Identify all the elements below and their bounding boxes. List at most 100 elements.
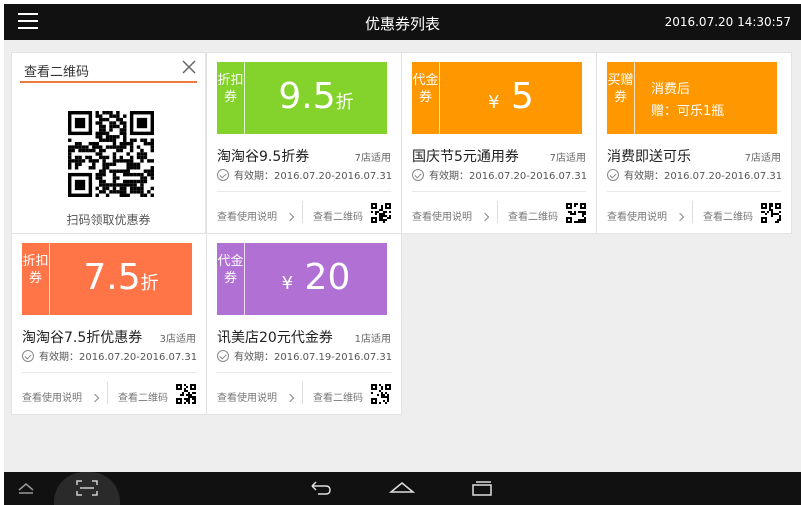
chevron-right-icon bbox=[90, 393, 100, 403]
coupon-validity: 有效期：2016.07.20-2016.07.31 bbox=[217, 167, 392, 182]
usage-link-label: 查看使用说明 bbox=[412, 212, 472, 223]
usage-link-label: 查看使用说明 bbox=[607, 212, 667, 223]
divider bbox=[302, 201, 303, 223]
usage-link-label: 查看使用说明 bbox=[217, 212, 277, 223]
qr-code-icon[interactable] bbox=[371, 203, 391, 223]
back-icon[interactable] bbox=[308, 480, 334, 496]
qr-link[interactable]: 查看二维码 bbox=[118, 389, 168, 404]
coupon-stores: 3店适用 bbox=[159, 334, 196, 345]
divider bbox=[107, 382, 108, 404]
coupon-value-number: 9.5 bbox=[278, 76, 336, 117]
chevron-right-icon bbox=[285, 212, 295, 222]
qr-panel-header: 查看二维码 bbox=[20, 57, 197, 83]
coupon-validity-text: 有效期：2016.07.20-2016.07.31 bbox=[234, 171, 393, 182]
coupon-gift-line1: 消费后 bbox=[651, 82, 691, 97]
coupon-name: 讯美店20元代金券 bbox=[217, 330, 333, 346]
coupon-stores: 1店适用 bbox=[354, 334, 391, 345]
usage-link[interactable]: 查看使用说明 bbox=[607, 208, 685, 223]
qr-link[interactable]: 查看二维码 bbox=[313, 389, 363, 404]
coupon-banner: 折扣券 7.5折 bbox=[22, 243, 192, 315]
coupon-value: ¥ 20 bbox=[245, 256, 387, 306]
qr-code-icon[interactable] bbox=[566, 203, 586, 223]
coupon-name: 国庆节5元通用券 bbox=[412, 149, 519, 165]
coupon-type-label: 买赠券 bbox=[607, 62, 635, 134]
coupon-stores: 7店适用 bbox=[354, 153, 391, 164]
coupon-name: 淘淘谷7.5折优惠券 bbox=[22, 330, 143, 346]
divider bbox=[22, 372, 196, 373]
coupon-stores: 7店适用 bbox=[549, 153, 586, 164]
usage-link[interactable]: 查看使用说明 bbox=[217, 389, 295, 404]
coupon-validity: 有效期：2016.07.20-2016.07.31 bbox=[22, 348, 197, 363]
coupon-value: 7.5折 bbox=[50, 256, 192, 306]
coupon-validity: 有效期：2016.07.19-2016.07.31 bbox=[217, 348, 392, 363]
check-circle-icon bbox=[412, 168, 424, 181]
qr-link[interactable]: 查看二维码 bbox=[313, 208, 363, 223]
usage-link[interactable]: 查看使用说明 bbox=[22, 389, 100, 404]
system-nav-bar bbox=[4, 472, 801, 505]
coupon-banner: 折扣券 9.5折 bbox=[217, 62, 387, 134]
coupon-card[interactable]: 买赠券 消费后 赠：可乐1瓶 消费即送可乐 7店适用 有效期：2016.07.2… bbox=[596, 52, 792, 234]
check-circle-icon bbox=[22, 349, 34, 362]
qr-code-icon[interactable] bbox=[371, 384, 391, 404]
coupon-type-label: 折扣券 bbox=[217, 62, 245, 134]
scan-icon bbox=[76, 480, 98, 496]
chevron-right-icon bbox=[285, 393, 295, 403]
coupon-grid: 查看二维码 扫码领取优惠券 折扣券 9.5折 淘淘谷9.5折券 7店适用 有效期… bbox=[4, 40, 801, 472]
currency-symbol: ¥ bbox=[488, 92, 500, 113]
coupon-card[interactable]: 折扣券 9.5折 淘淘谷9.5折券 7店适用 有效期：2016.07.20-20… bbox=[206, 52, 402, 234]
coupon-validity-text: 有效期：2016.07.20-2016.07.31 bbox=[429, 171, 588, 182]
home-icon[interactable] bbox=[389, 480, 415, 496]
coupon-validity: 有效期：2016.07.20-2016.07.31 bbox=[412, 167, 587, 182]
coupon-banner: 代金券 ¥ 5 bbox=[412, 62, 582, 134]
large-qr-code bbox=[68, 111, 154, 197]
check-circle-icon bbox=[607, 168, 619, 181]
collapse-up-icon[interactable] bbox=[16, 480, 36, 496]
coupon-gift-text: 消费后 赠：可乐1瓶 bbox=[651, 79, 724, 123]
coupon-type-label: 折扣券 bbox=[22, 243, 50, 315]
usage-link-label: 查看使用说明 bbox=[217, 393, 277, 404]
top-bar: 优惠券列表 2016.07.20 14:30:57 bbox=[4, 4, 801, 40]
qr-caption: 扫码领取优惠券 bbox=[66, 213, 151, 227]
divider bbox=[217, 191, 391, 192]
qr-panel-title: 查看二维码 bbox=[24, 65, 90, 80]
coupon-value-unit: 折 bbox=[335, 92, 354, 113]
coupon-value: 9.5折 bbox=[245, 75, 387, 125]
divider bbox=[607, 191, 781, 192]
divider bbox=[497, 201, 498, 223]
coupon-name: 淘淘谷9.5折券 bbox=[217, 149, 310, 165]
chevron-right-icon bbox=[675, 212, 685, 222]
recents-icon[interactable] bbox=[470, 479, 494, 497]
usage-link[interactable]: 查看使用说明 bbox=[412, 208, 490, 223]
coupon-value-number: 5 bbox=[511, 76, 534, 117]
qr-link[interactable]: 查看二维码 bbox=[703, 208, 753, 223]
check-circle-icon bbox=[217, 168, 229, 181]
coupon-value: ¥ 5 bbox=[440, 75, 582, 125]
coupon-value-number: 7.5 bbox=[83, 257, 141, 298]
coupon-card[interactable]: 代金券 ¥ 5 国庆节5元通用券 7店适用 有效期：2016.07.20-201… bbox=[401, 52, 597, 234]
qr-panel: 查看二维码 扫码领取优惠券 bbox=[11, 52, 206, 234]
chevron-right-icon bbox=[480, 212, 490, 222]
coupon-type-label: 代金券 bbox=[412, 62, 440, 134]
coupon-validity-text: 有效期：2016.07.19-2016.07.31 bbox=[234, 352, 393, 363]
scan-button[interactable] bbox=[54, 472, 120, 505]
coupon-banner: 代金券 ¥ 20 bbox=[217, 243, 387, 315]
check-circle-icon bbox=[217, 349, 229, 362]
coupon-card[interactable]: 折扣券 7.5折 淘淘谷7.5折优惠券 3店适用 有效期：2016.07.20-… bbox=[11, 233, 207, 415]
coupon-validity: 有效期：2016.07.20-2016.07.31 bbox=[607, 167, 782, 182]
usage-link[interactable]: 查看使用说明 bbox=[217, 208, 295, 223]
usage-link-label: 查看使用说明 bbox=[22, 393, 82, 404]
close-icon[interactable] bbox=[181, 59, 197, 75]
qr-link[interactable]: 查看二维码 bbox=[508, 208, 558, 223]
divider bbox=[412, 191, 586, 192]
coupon-validity-text: 有效期：2016.07.20-2016.07.31 bbox=[39, 352, 198, 363]
qr-code-icon[interactable] bbox=[761, 203, 781, 223]
qr-code-icon[interactable] bbox=[176, 384, 196, 404]
coupon-name: 消费即送可乐 bbox=[607, 149, 691, 165]
currency-symbol: ¥ bbox=[281, 273, 294, 294]
coupon-gift-line2: 赠：可乐1瓶 bbox=[651, 104, 725, 119]
coupon-value-number: 20 bbox=[304, 257, 351, 298]
coupon-card[interactable]: 代金券 ¥ 20 讯美店20元代金券 1店适用 有效期：2016.07.19-2… bbox=[206, 233, 402, 415]
divider bbox=[217, 372, 391, 373]
coupon-value-unit: 折 bbox=[140, 273, 159, 294]
coupon-validity-text: 有效期：2016.07.20-2016.07.31 bbox=[624, 171, 783, 182]
